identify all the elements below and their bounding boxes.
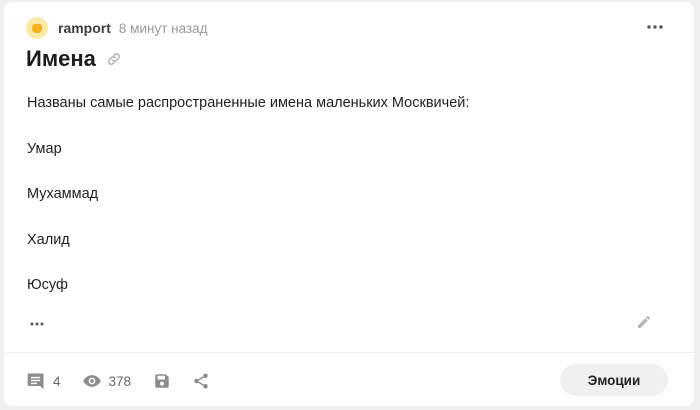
more-options-button[interactable] — [644, 16, 666, 38]
post-body: Названы самые распространенные имена мал… — [27, 93, 667, 321]
author-avatar[interactable] — [26, 17, 48, 39]
post-paragraph: Мухаммад — [27, 186, 99, 202]
copy-link-button[interactable] — [106, 51, 122, 67]
edit-button[interactable] — [636, 314, 656, 334]
more-horizontal-icon — [30, 322, 44, 326]
post-footer: 4 378 — [26, 366, 210, 396]
pencil-icon — [638, 315, 651, 328]
post-title: Имена — [26, 46, 96, 71]
comments-button[interactable]: 4 — [26, 371, 61, 391]
comment-icon — [27, 373, 44, 390]
post-paragraph: Юсуф — [27, 277, 68, 293]
post-paragraph: Умар — [27, 140, 62, 157]
save-icon — [155, 374, 169, 388]
comments-count: 4 — [53, 373, 61, 389]
more-horizontal-icon — [647, 25, 663, 29]
share-button[interactable] — [192, 372, 210, 390]
link-icon — [107, 53, 120, 65]
post-header: ramport 8 минут назад — [26, 16, 208, 40]
post-card: ramport 8 минут назад Имена Названы самы… — [4, 2, 694, 406]
views-count: 378 — [108, 373, 132, 389]
post-time: 8 минут назад — [118, 20, 208, 36]
save-button[interactable] — [153, 372, 171, 390]
post-paragraph: Названы самые распространенные имена мал… — [27, 95, 470, 111]
emotions-button[interactable]: Эмоции — [560, 364, 668, 396]
footer-divider — [4, 352, 694, 353]
expand-more-button[interactable] — [30, 314, 54, 334]
author-name[interactable]: ramport — [58, 20, 111, 36]
post-paragraph: Халид — [27, 231, 70, 248]
views-stat: 378 — [82, 371, 132, 391]
eye-icon — [82, 375, 101, 387]
title-row: Имена — [26, 46, 122, 72]
share-icon — [194, 373, 208, 389]
